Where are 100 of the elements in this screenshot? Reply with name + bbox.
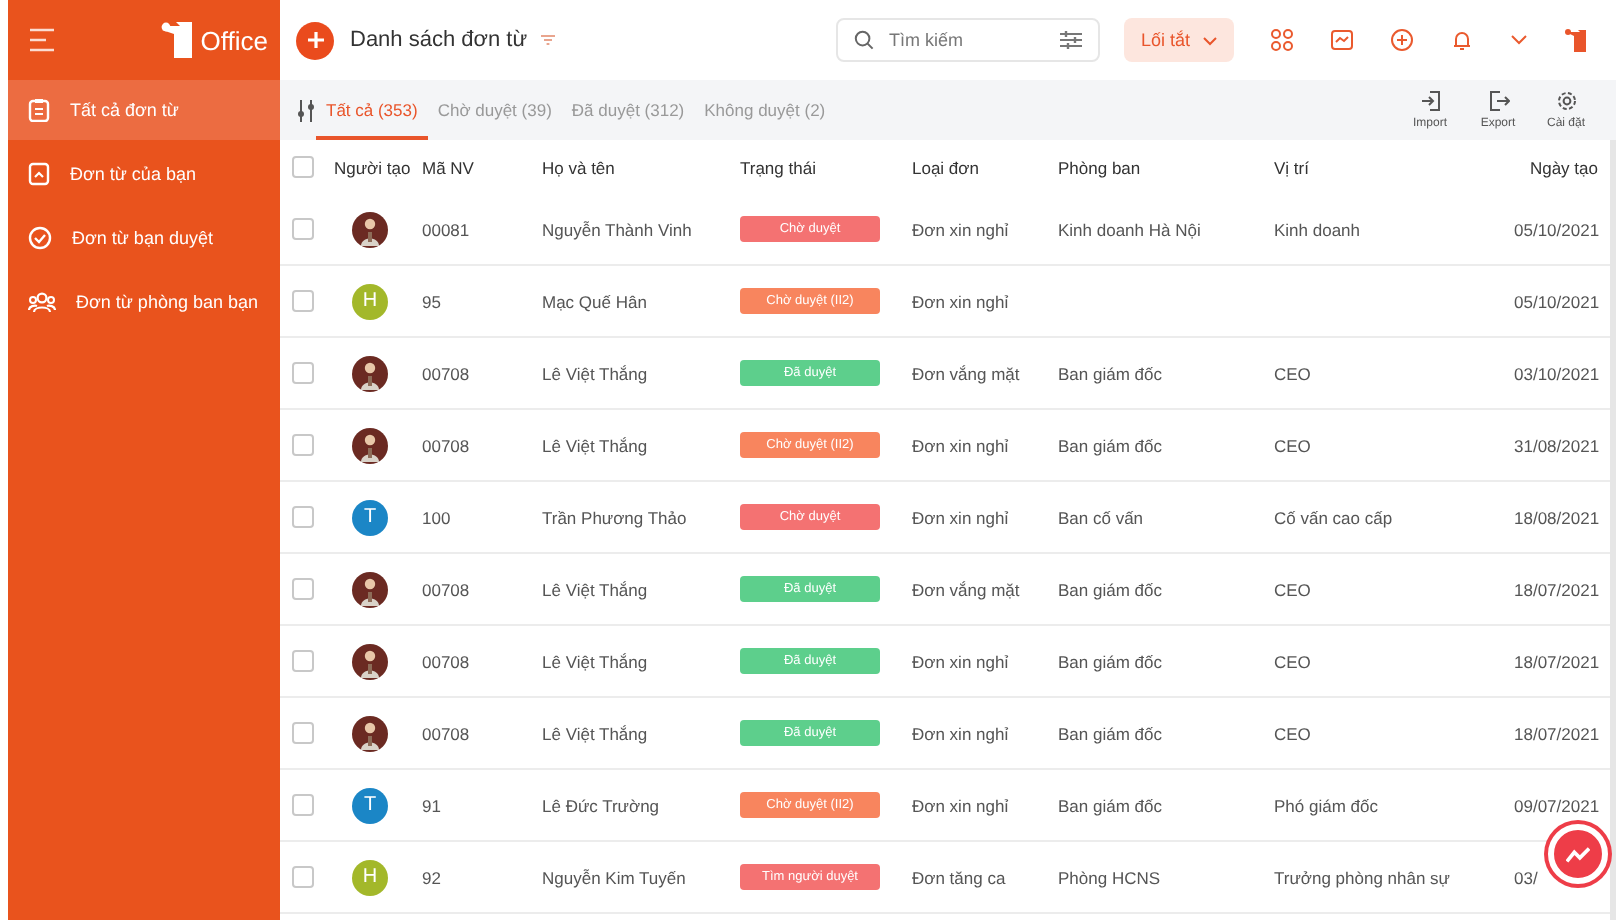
clipboard-icon	[28, 98, 50, 122]
table-cell: 95	[422, 291, 441, 311]
row-checkbox[interactable]	[292, 650, 314, 672]
row-checkbox[interactable]	[292, 218, 314, 240]
table-cell: Ban giám đốc	[1058, 651, 1162, 671]
avatar: T	[352, 499, 388, 535]
table-cell: 03/10/2021	[1514, 363, 1598, 383]
table-cell: Phó giám đốc	[1274, 795, 1378, 815]
export-icon	[1487, 90, 1509, 112]
table-cell: Đơn xin nghỉ	[912, 435, 1009, 455]
dropdown-icon[interactable]	[539, 34, 556, 46]
table-cell: Trần Phương Thảo	[542, 507, 687, 527]
table-cell: Đơn vắng mặt	[912, 579, 1020, 599]
table-cell: 00081	[422, 219, 470, 239]
table-cell: Lê Việt Thắng	[542, 723, 648, 743]
row-checkbox[interactable]	[292, 434, 314, 456]
table-cell: Đơn xin nghỉ	[912, 723, 1009, 743]
table-cell: 00708	[422, 579, 470, 599]
filter-icon[interactable]	[1060, 30, 1083, 50]
avatar: T	[352, 787, 388, 823]
column-header[interactable]: Ngày tạo	[1529, 157, 1598, 177]
app-logo-icon[interactable]	[1564, 27, 1588, 53]
table-cell: Ban giám đốc	[1058, 579, 1162, 599]
messenger-button[interactable]	[1548, 824, 1608, 884]
table-cell: Đơn tăng ca	[912, 867, 1006, 887]
table-cell-text: 03/	[1514, 867, 1540, 887]
add-button[interactable]	[296, 21, 334, 59]
sidebar-item[interactable]: Đơn từ phòng ban bạn	[8, 272, 280, 332]
sliders-icon[interactable]	[296, 99, 316, 121]
messenger-icon	[1566, 845, 1590, 863]
table-cell: 31/08/2021	[1514, 435, 1598, 455]
table-cell: Nguyễn Thành Vinh	[542, 219, 692, 239]
table-cell: CEO	[1274, 363, 1311, 383]
avatar: H	[352, 859, 388, 895]
settings-icon	[1555, 90, 1577, 112]
row-checkbox[interactable]	[292, 506, 314, 528]
table-cell: Đơn xin nghỉ	[912, 291, 1009, 311]
table-cell: Ban giám đốc	[1058, 723, 1162, 743]
search-bar[interactable]: Tìm kiếm	[836, 18, 1101, 62]
table-cell: Kinh doanh Hà Nội	[1058, 219, 1201, 239]
table-cell: CEO	[1274, 579, 1311, 599]
table-cell: 18/07/2021	[1514, 651, 1598, 671]
table-cell: Ban giám đốc	[1058, 363, 1162, 383]
page-title: Danh sách đơn từ	[350, 28, 528, 52]
table-cell: Ban giám đốc	[1058, 795, 1162, 815]
table-cell: Nguyễn Kim Tuyến	[542, 867, 686, 887]
column-header[interactable]: Trạng thái	[740, 157, 816, 177]
table-cell: Đơn xin nghỉ	[912, 507, 1009, 527]
table-cell: 05/10/2021	[1514, 219, 1598, 239]
select-all-checkbox[interactable]	[292, 156, 314, 178]
table-cell: 00708	[422, 723, 470, 743]
plus-icon	[307, 32, 323, 48]
table-cell: 18/07/2021	[1514, 579, 1598, 599]
table-cell: Cố vấn cao cấp	[1274, 507, 1393, 527]
column-header[interactable]: Vị trí	[1274, 157, 1309, 177]
table-cell: Đơn xin nghỉ	[912, 219, 1009, 239]
column-header[interactable]: Loại đơn	[912, 157, 979, 177]
table-cell: Lê Việt Thắng	[542, 435, 648, 455]
brand-name: Office	[200, 25, 268, 55]
table-cell: 09/07/2021	[1514, 795, 1598, 815]
sidebar-item[interactable]: Đơn từ của bạn	[8, 144, 280, 204]
add-circle-icon[interactable]	[1390, 28, 1414, 52]
row-checkbox[interactable]	[292, 362, 314, 384]
table-cell: CEO	[1274, 435, 1311, 455]
table-cell: Ban giám đốc	[1058, 435, 1162, 455]
import-icon	[1419, 90, 1441, 112]
table-cell: 05/10/2021	[1514, 291, 1598, 311]
column-header[interactable]: Phòng ban	[1058, 157, 1141, 177]
table-cell: 18/07/2021	[1514, 723, 1598, 743]
bell-icon[interactable]	[1450, 28, 1474, 52]
table-cell: Lê Việt Thắng	[542, 579, 648, 599]
sidebar-item[interactable]: Đơn từ bạn duyệt	[8, 208, 280, 268]
chevron-down-icon	[1202, 35, 1218, 45]
table-cell: 00708	[422, 363, 470, 383]
row-checkbox[interactable]	[292, 866, 314, 888]
logo-icon	[160, 22, 197, 58]
table-cell: Đơn vắng mặt	[912, 363, 1020, 383]
search-icon	[854, 30, 875, 50]
chevron-down-icon[interactable]	[1510, 34, 1528, 46]
table-cell: 92	[422, 867, 441, 887]
column-header[interactable]: Mã NV	[422, 157, 474, 177]
people-icon	[28, 290, 56, 314]
table-cell: 00708	[422, 435, 470, 455]
chart-icon[interactable]	[1330, 28, 1354, 52]
table-cell: Kinh doanh	[1274, 219, 1361, 239]
menu-icon[interactable]	[28, 28, 56, 52]
table-cell: CEO	[1274, 723, 1311, 743]
column-header[interactable]: Người tạo	[334, 157, 411, 177]
row-checkbox[interactable]	[292, 290, 314, 312]
column-header[interactable]: Họ và tên	[542, 157, 615, 177]
row-checkbox[interactable]	[292, 722, 314, 744]
search-field[interactable]: Tìm kiếm	[884, 28, 1051, 52]
table-cell: Ban cố vấn	[1058, 507, 1144, 527]
table-cell: Phòng HCNS	[1058, 867, 1161, 887]
table-cell: 100	[422, 507, 451, 527]
apps-icon[interactable]	[1270, 28, 1294, 52]
table-cell: Đơn xin nghỉ	[912, 651, 1009, 671]
row-checkbox[interactable]	[292, 578, 314, 600]
table-cell: 00708	[422, 651, 470, 671]
row-checkbox[interactable]	[292, 794, 314, 816]
